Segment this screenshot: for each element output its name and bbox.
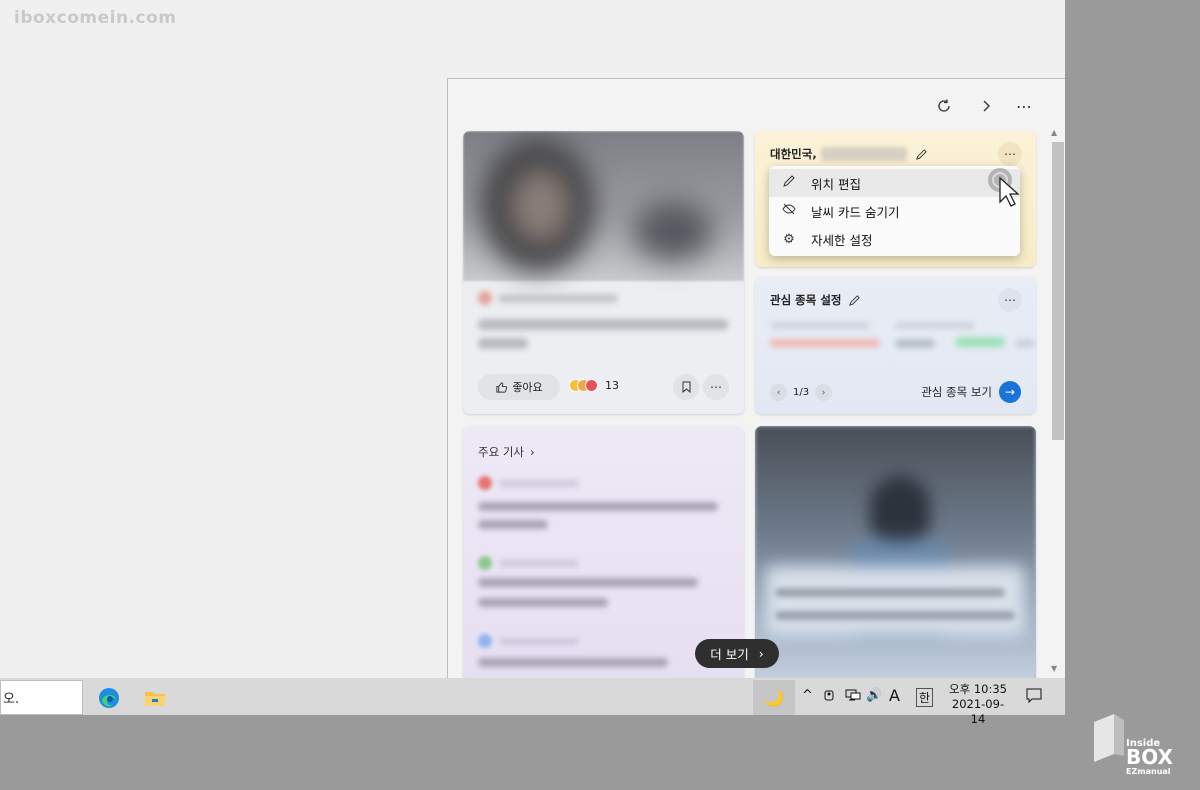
more-button-label: 더 보기 [710, 647, 749, 662]
source-logo [478, 291, 492, 305]
outer-background-bottom [0, 715, 1200, 790]
refresh-icon[interactable] [931, 93, 957, 119]
menu-item-label: 날씨 카드 숨기기 [811, 204, 900, 220]
ime-mode-indicator[interactable]: 한 [916, 688, 934, 707]
stock-blur [770, 322, 870, 329]
weather-location-prefix: 대한민국, [770, 147, 817, 161]
widgets-taskbar-button[interactable]: 🌙 [753, 680, 795, 715]
pencil-icon[interactable] [915, 148, 928, 161]
source-text [499, 480, 579, 487]
chevron-right-icon[interactable] [973, 93, 999, 119]
stocks-card[interactable]: 관심 종목 설정 ⋯ ‹ 1/3 › 관심 종목 보기 → [755, 277, 1036, 414]
logo-line2: BOX [1126, 745, 1174, 769]
file-explorer-icon[interactable] [142, 685, 168, 711]
weather-title: 대한민국, [770, 146, 928, 162]
scroll-up-icon[interactable]: ▲ [1051, 128, 1057, 137]
stocks-title: 관심 종목 설정 [770, 292, 861, 308]
top-stories-title[interactable]: 주요 기사 › [478, 444, 535, 460]
search-text: 오. [3, 692, 20, 707]
gear-icon: ⚙ [783, 231, 795, 247]
headline-line[interactable] [478, 598, 608, 607]
chevron-left-icon[interactable]: ‹ [770, 384, 787, 401]
news-image-subject [870, 476, 930, 551]
scrollbar-thumb[interactable] [1052, 142, 1064, 440]
heart-emoji-icon [585, 379, 598, 392]
watchlist-link-label: 관심 종목 보기 [921, 385, 992, 399]
outer-background [1065, 0, 1200, 790]
more-icon[interactable]: ⋯ [998, 142, 1022, 166]
news-card[interactable]: 좋아요 13 ⋯ [463, 131, 744, 414]
pencil-icon [781, 174, 797, 192]
meet-now-icon[interactable] [823, 688, 837, 706]
stocks-pager: ‹ 1/3 › [770, 384, 833, 401]
taskbar-clock[interactable]: 오후 10:35 2021-09-14 [946, 682, 1010, 727]
chevron-right-icon: › [758, 646, 764, 661]
source-logo [478, 556, 492, 570]
watermark: iboxcomein.com [14, 8, 177, 28]
clock-time: 오후 10:35 [949, 682, 1007, 696]
menu-item-label: 자세한 설정 [811, 232, 873, 248]
scroll-down-icon[interactable]: ▼ [1051, 664, 1057, 673]
chevron-up-icon[interactable]: ^ [802, 688, 813, 703]
weather-context-menu: 위치 편집 날씨 카드 숨기기 ⚙ 자세한 설정 [769, 166, 1020, 256]
chevron-right-icon: › [529, 445, 535, 459]
headline-line[interactable] [478, 658, 668, 667]
source-text [499, 638, 579, 645]
edge-browser-icon[interactable] [96, 685, 122, 711]
taskbar-search-box[interactable]: 오. [0, 680, 83, 715]
headline-line [478, 319, 728, 330]
news-image [463, 131, 744, 281]
source-logo [478, 634, 492, 648]
clock-date: 2021-09-14 [951, 697, 1005, 726]
notification-icon[interactable] [1026, 688, 1042, 707]
more-button[interactable]: 더 보기 › [695, 639, 779, 668]
stock-chart-blur [955, 337, 1005, 347]
reactions: 13 [569, 379, 619, 392]
more-icon[interactable]: ⋯ [998, 288, 1022, 312]
source-logo [478, 476, 492, 490]
stock-blur [895, 322, 975, 329]
like-button[interactable]: 좋아요 [478, 374, 560, 400]
headline-line [775, 588, 1005, 597]
headline-line [775, 611, 1015, 620]
input-language-letter[interactable]: A [889, 686, 900, 705]
news-card[interactable] [755, 426, 1036, 678]
eye-off-icon [781, 202, 797, 220]
moon-icon: 🌙 [764, 688, 784, 707]
headline-overlay [765, 566, 1025, 636]
pencil-icon[interactable] [848, 294, 861, 307]
weather-location-blurred [820, 147, 907, 161]
arrow-right-icon: → [999, 381, 1021, 403]
headline-line[interactable] [478, 502, 718, 511]
logo-line3: EZmanual [1126, 767, 1171, 776]
like-label: 좋아요 [512, 381, 543, 394]
volume-icon[interactable]: 🔊 [866, 688, 882, 703]
menu-item-edit-location[interactable]: 위치 편집 [769, 169, 1020, 197]
more-icon[interactable]: ⋯ [703, 374, 729, 400]
headline-line[interactable] [478, 520, 548, 529]
watchlist-link[interactable]: 관심 종목 보기 → [921, 381, 1021, 403]
headline-line[interactable] [478, 578, 698, 587]
stocks-page: 1/3 [793, 387, 810, 398]
stocks-title-text: 관심 종목 설정 [770, 293, 842, 307]
source-text [498, 294, 618, 303]
chevron-right-icon[interactable]: › [815, 384, 833, 401]
source-text [499, 560, 579, 567]
panel-toolbar: ⋯ [448, 79, 1065, 129]
top-stories-title-text: 주요 기사 [478, 445, 524, 459]
reaction-count: 13 [605, 379, 619, 392]
menu-item-settings[interactable]: ⚙ 자세한 설정 [769, 225, 1020, 253]
headline-line [478, 338, 528, 349]
thumbs-up-icon [496, 381, 508, 393]
menu-item-hide-weather[interactable]: 날씨 카드 숨기기 [769, 197, 1020, 225]
stock-blur [1015, 339, 1035, 348]
insidebox-logo: Inside BOX EZmanual [1090, 712, 1190, 784]
stock-chart-blur [770, 339, 880, 347]
more-icon[interactable]: ⋯ [1011, 93, 1037, 119]
stock-blur [895, 339, 935, 348]
bookmark-icon[interactable] [673, 374, 699, 400]
mouse-cursor-icon [988, 168, 1020, 207]
menu-item-label: 위치 편집 [811, 176, 861, 192]
network-icon[interactable] [845, 688, 861, 706]
